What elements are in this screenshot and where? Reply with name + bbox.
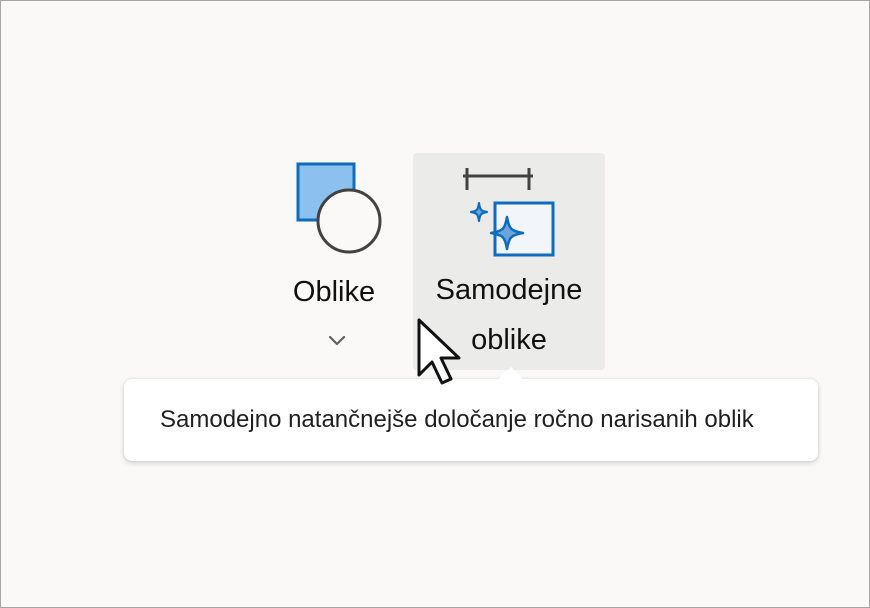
mouse-pointer-icon [417, 318, 461, 385]
chevron-down-icon[interactable] [327, 333, 347, 347]
tooltip-arrow [497, 367, 525, 381]
auto-shapes-icon [463, 168, 555, 257]
app-window: Oblike Samodejne oblike Samodejno natanč… [0, 0, 870, 608]
auto-shapes-label-line1: Samodejne [435, 274, 583, 306]
shapes-icon [296, 162, 382, 254]
shapes-button[interactable]: Oblike [269, 153, 399, 365]
tooltip: Samodejno natančnejše določanje ročno na… [124, 367, 818, 461]
shapes-label: Oblike [292, 276, 376, 308]
tooltip-text: Samodejno natančnejše določanje ročno na… [160, 406, 754, 433]
